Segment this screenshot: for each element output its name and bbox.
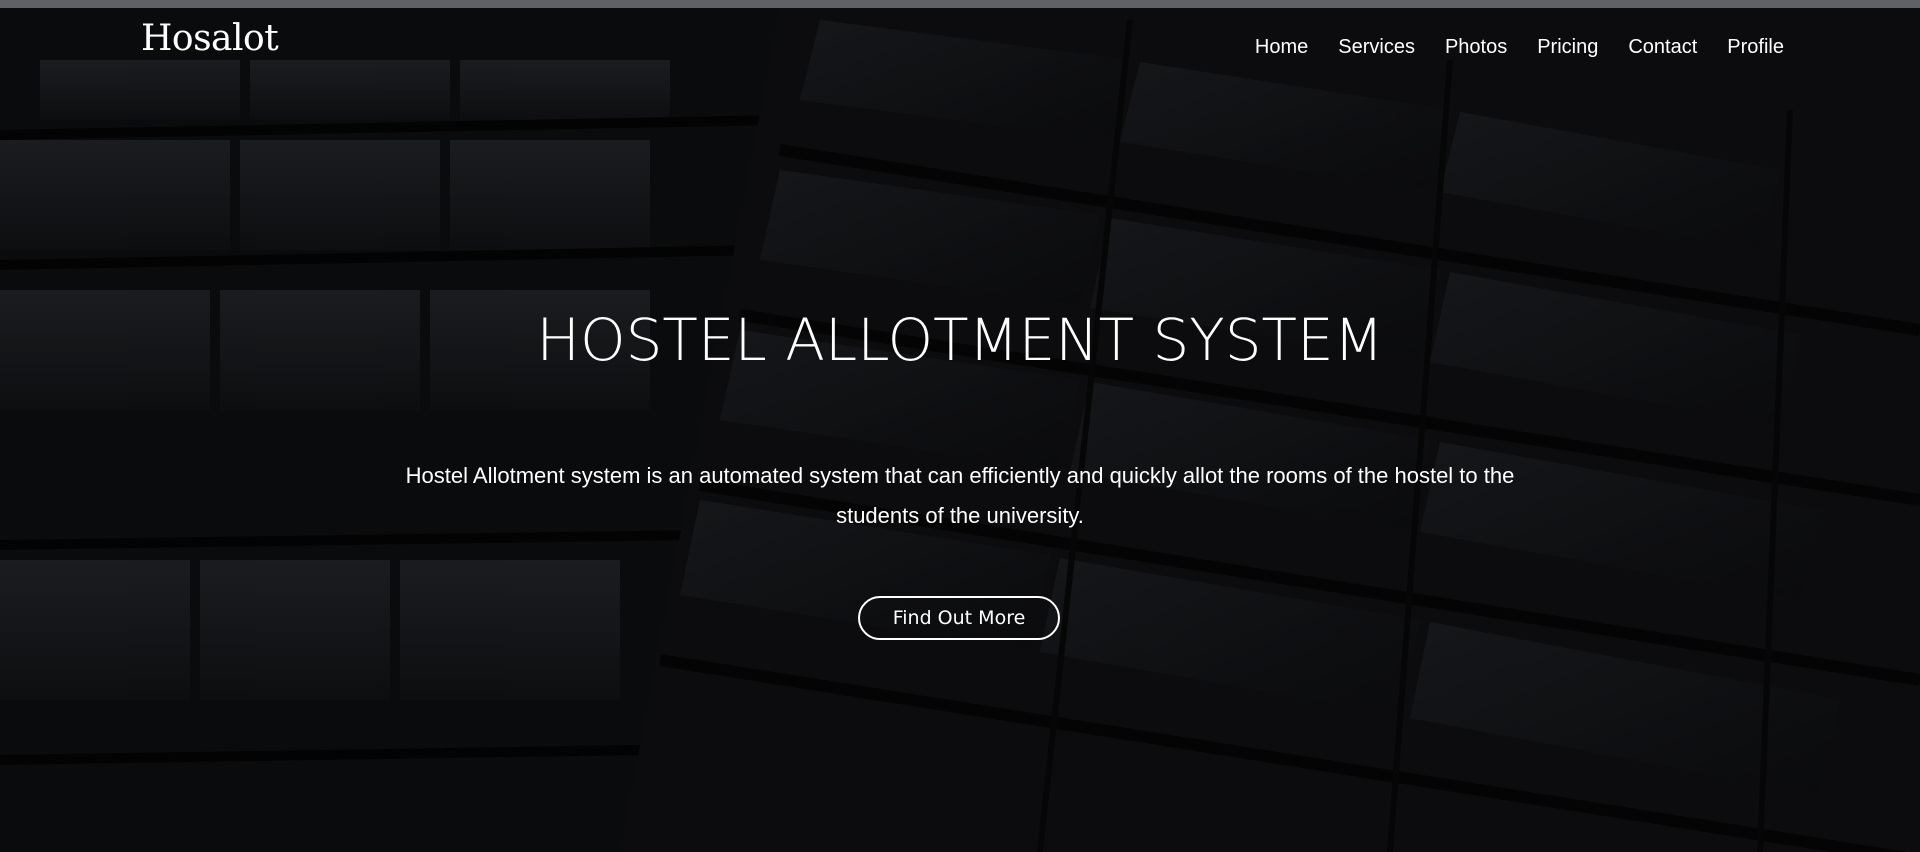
nav-link-services[interactable]: Services: [1338, 36, 1415, 59]
nav-link-contact[interactable]: Contact: [1628, 36, 1697, 59]
hero-description: Hostel Allotment system is an automated …: [405, 463, 1515, 528]
nav-link-pricing[interactable]: Pricing: [1537, 36, 1598, 59]
brand-logo[interactable]: Hosalot: [141, 18, 279, 59]
top-navbar: Hosalot Home Services Photos Pricing Con…: [0, 8, 1920, 80]
hero-title: HOSTEL ALLOTMENT SYSTEM: [536, 306, 1384, 374]
nav-menu: Home Services Photos Pricing Contact Pro…: [1255, 36, 1784, 59]
building-background-image: [0, 8, 1920, 852]
nav-link-profile[interactable]: Profile: [1727, 36, 1784, 59]
hero-section: Hosalot Home Services Photos Pricing Con…: [0, 0, 1920, 852]
nav-link-home[interactable]: Home: [1255, 36, 1308, 59]
nav-link-photos[interactable]: Photos: [1445, 36, 1507, 59]
find-out-more-button[interactable]: Find Out More: [858, 596, 1060, 640]
